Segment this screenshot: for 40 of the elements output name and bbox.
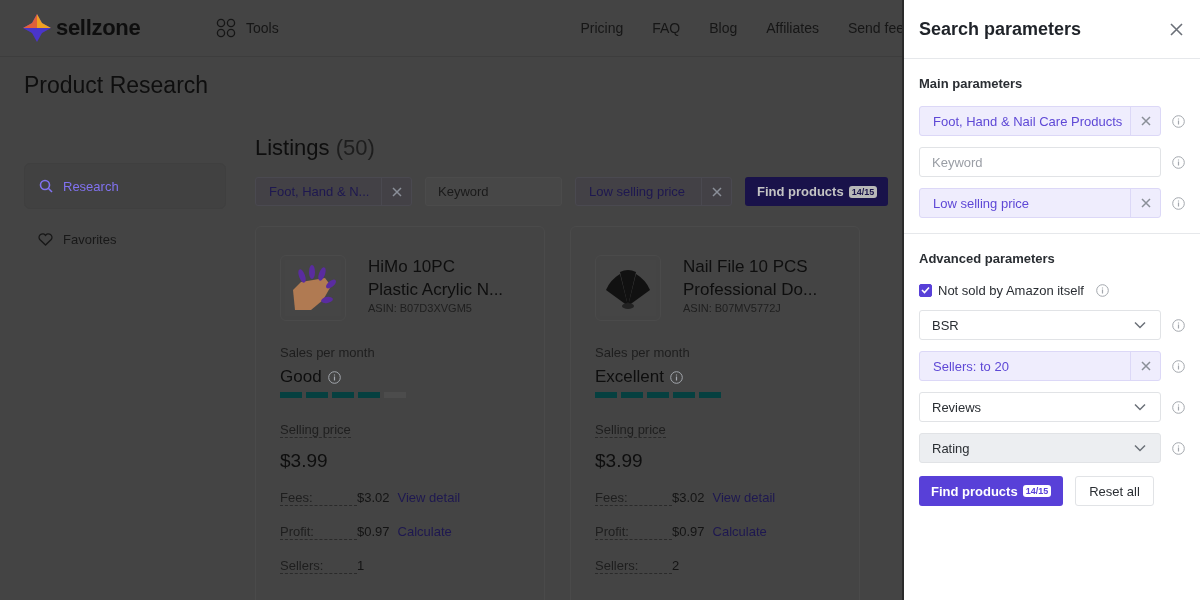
sidebar-item[interactable]: Research [24, 163, 226, 209]
section-title: Main parameters [919, 76, 1024, 91]
count-badge: 14/15 [848, 185, 878, 198]
filter-chip[interactable]: Low selling price [919, 188, 1161, 218]
search-icon [39, 179, 53, 193]
select-field[interactable]: Reviews [919, 392, 1161, 422]
panel-title: Search parameters [919, 18, 1082, 40]
select-field[interactable]: BSR [919, 310, 1161, 340]
chevron-down-icon [1134, 444, 1146, 452]
filter-chip[interactable]: Foot, Hand & Nail Care Products [919, 106, 1161, 136]
count-badge: 14/15 [1022, 485, 1052, 497]
close-icon [1140, 116, 1151, 126]
info-icon [1095, 283, 1109, 297]
checkbox-label: Not sold by Amazon itself [938, 282, 1084, 298]
chevron-down-icon [1134, 403, 1146, 411]
info-icon [670, 370, 683, 384]
check-icon [921, 286, 930, 294]
info-icon [1172, 359, 1185, 373]
find-products-button[interactable]: Find products 14/15 [745, 177, 888, 206]
section-title: Advanced parameters [919, 251, 1056, 266]
heart-icon [38, 232, 53, 246]
filter-chip[interactable]: Sellers: to 20 [919, 351, 1161, 381]
apps-icon [216, 18, 236, 38]
info-icon [1172, 400, 1185, 414]
checkbox[interactable] [919, 283, 932, 297]
logo-icon [22, 13, 52, 43]
reset-button[interactable]: Reset all [1075, 476, 1154, 506]
info-icon [327, 370, 341, 384]
info-icon [1172, 441, 1185, 455]
info-icon [1172, 155, 1185, 169]
close-icon [1140, 361, 1151, 371]
close-icon [391, 186, 402, 197]
info-icon [1172, 114, 1185, 128]
close-icon [1170, 22, 1183, 36]
close-icon [711, 186, 722, 197]
info-icon [1172, 318, 1185, 332]
find-products-button[interactable]: Find products 14/15 [919, 476, 1064, 506]
close-icon [1140, 198, 1151, 208]
chevron-down-icon [1134, 321, 1146, 329]
info-icon [1172, 196, 1185, 210]
